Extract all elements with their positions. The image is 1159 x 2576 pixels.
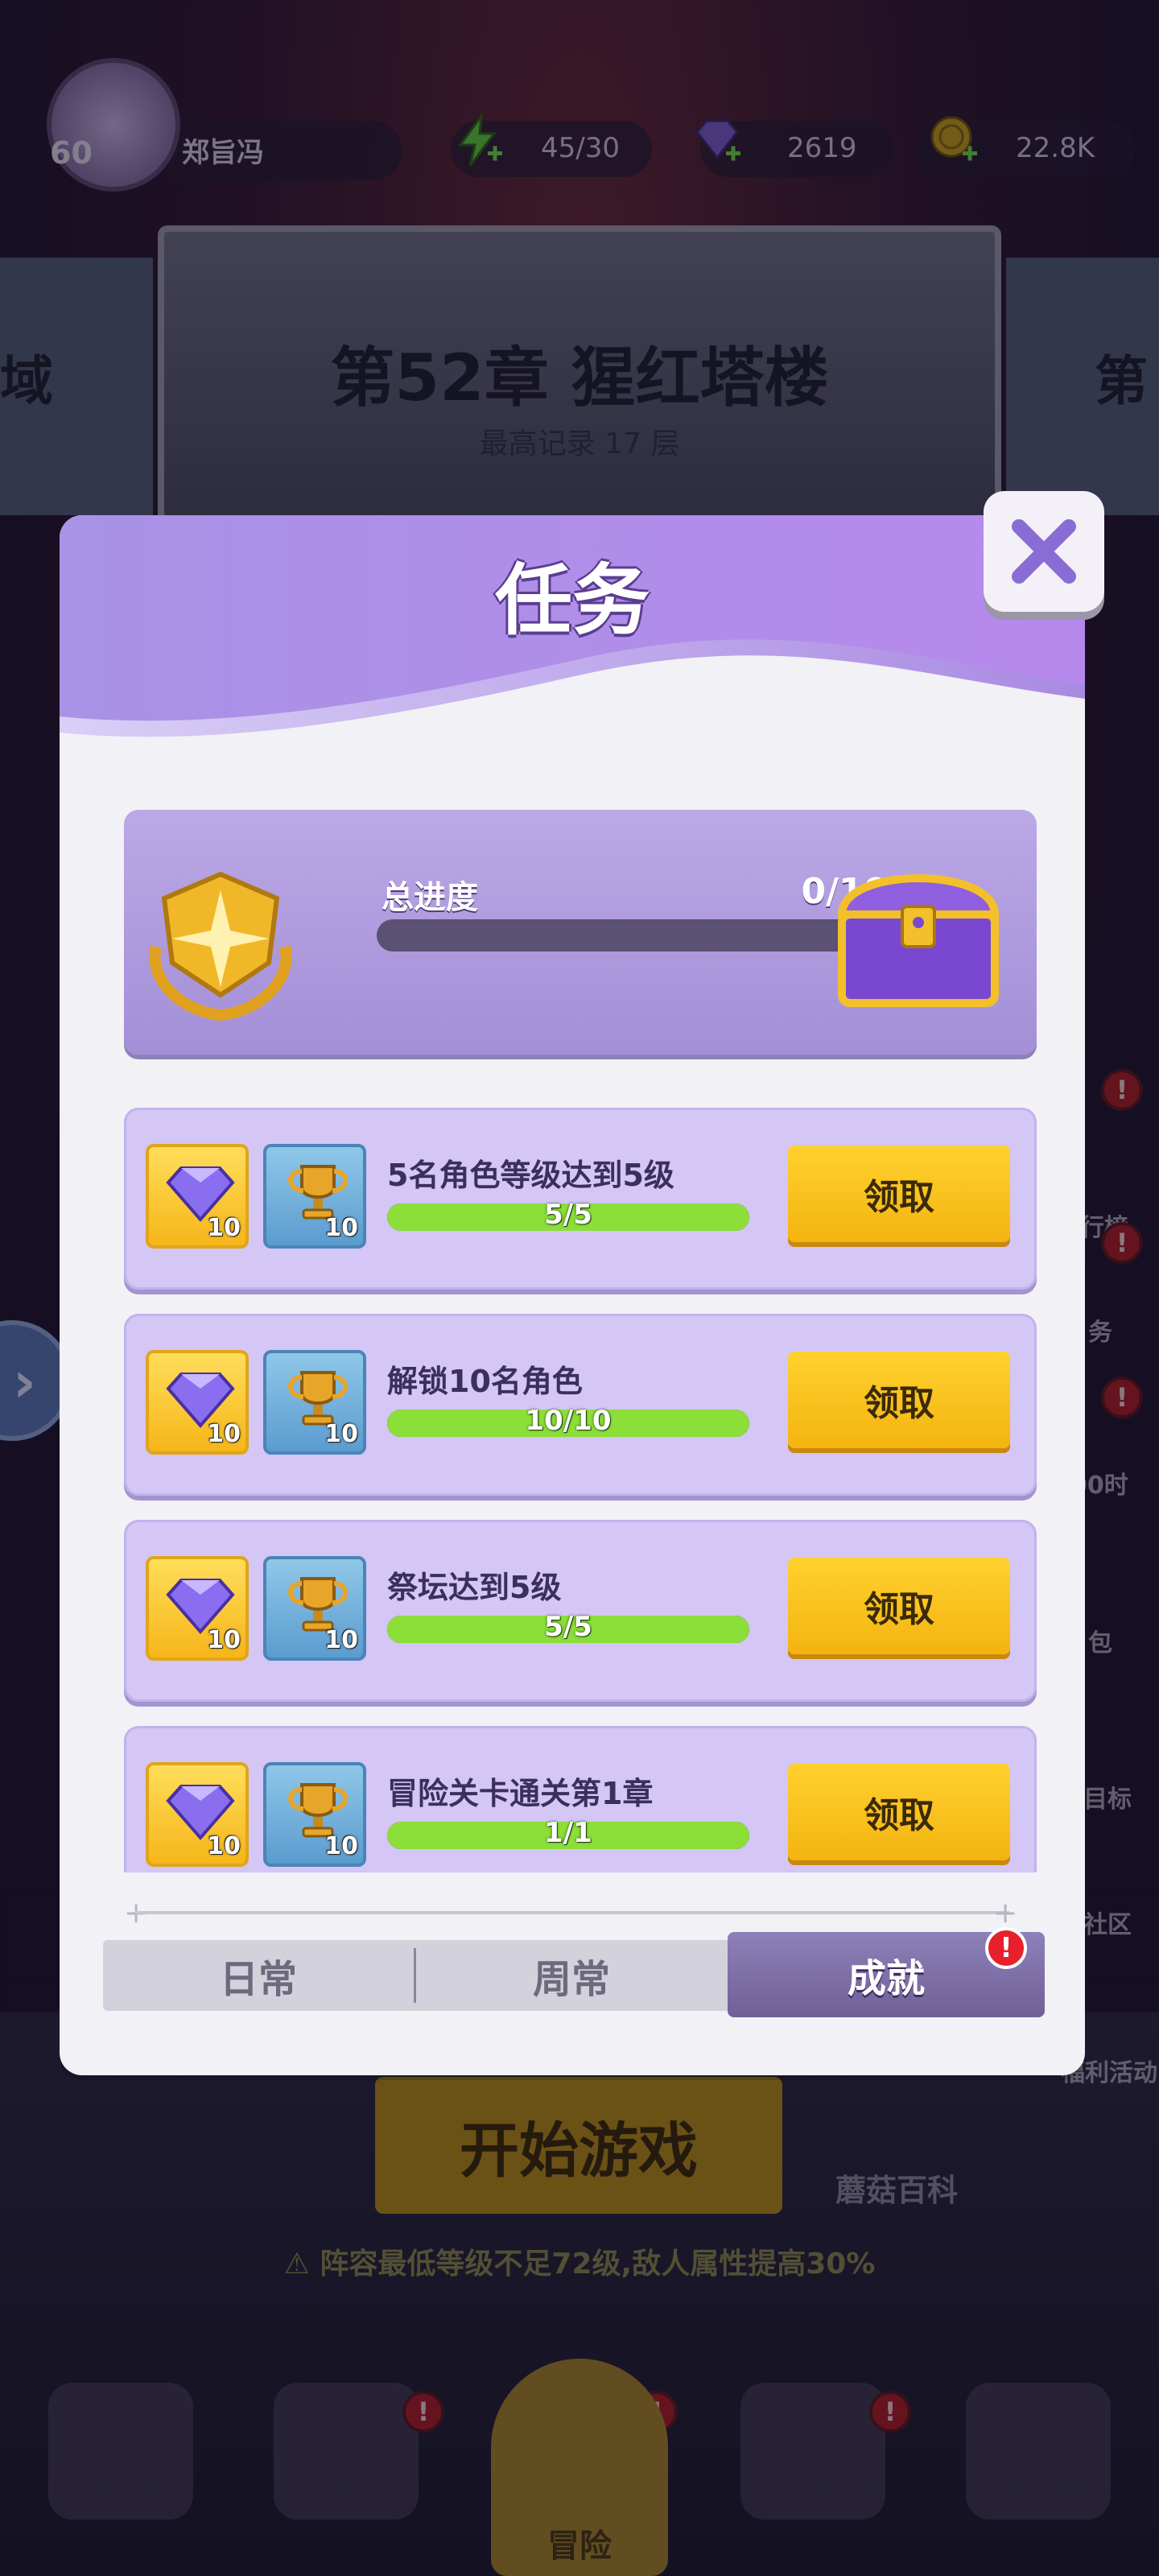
claim-button[interactable]: 领取 — [788, 1558, 1010, 1654]
modal-title: 任务 — [495, 555, 650, 646]
reward-trophy-count: 10 — [324, 1832, 358, 1860]
medal-icon — [149, 871, 292, 1022]
task-progress-text: 5/5 — [544, 1611, 592, 1643]
claim-button[interactable]: 领取 — [788, 1146, 1010, 1242]
reward-gem-count: 10 — [207, 1214, 241, 1242]
task-progress-text: 1/1 — [544, 1817, 592, 1849]
task-card: 10 10 5名角色等级达到5级 5/5 领取 — [124, 1108, 1037, 1290]
reward-gem-count: 10 — [207, 1420, 241, 1448]
reward-trophy: 10 — [263, 1144, 366, 1249]
task-card: 10 10 祭坛达到5级 5/5 领取 — [124, 1520, 1037, 1702]
reward-gem: 10 — [146, 1556, 249, 1661]
achievements-alert-badge: ! — [985, 1927, 1027, 1969]
claim-button[interactable]: 领取 — [788, 1352, 1010, 1448]
reward-gem: 10 — [146, 1350, 249, 1455]
tab-weekly[interactable]: 周常 — [416, 1940, 727, 2011]
reward-trophy-count: 10 — [324, 1214, 358, 1242]
task-card: 10 10 解锁10名角色 10/10 领取 — [124, 1314, 1037, 1496]
close-icon — [1012, 519, 1076, 584]
reward-gem: 10 — [146, 1762, 249, 1867]
task-card: 10 10 冒险关卡通关第1章 1/1 领取 — [124, 1726, 1037, 1872]
task-progress-text: 5/5 — [544, 1199, 592, 1231]
divider-star-right-icon: + — [993, 1897, 1018, 1930]
overall-progress-label: 总进度 — [382, 879, 478, 916]
treasure-chest-icon[interactable] — [826, 842, 1011, 1019]
claim-button[interactable]: 领取 — [788, 1764, 1010, 1860]
reward-gem-count: 10 — [207, 1832, 241, 1860]
tab-daily[interactable]: 日常 — [103, 1940, 414, 2011]
task-modal: 任务 总进度 0/100 10 10 5名角色等级达到5级 5/5 领取 10 10 解锁10… — [60, 515, 1085, 2075]
task-tabs: 日常 周常 成就 — [103, 1932, 1045, 2017]
reward-trophy-count: 10 — [324, 1420, 358, 1448]
tabs-divider — [135, 1911, 1009, 1914]
overall-progress-panel: 总进度 0/100 — [124, 810, 1037, 1055]
reward-gem: 10 — [146, 1144, 249, 1249]
task-title: 解锁10名角色 — [387, 1364, 583, 1399]
task-progress-text: 10/10 — [525, 1405, 612, 1437]
reward-trophy: 10 — [263, 1350, 366, 1455]
close-button[interactable] — [984, 491, 1104, 612]
reward-trophy: 10 — [263, 1556, 366, 1661]
task-title: 祭坛达到5级 — [387, 1570, 562, 1605]
reward-gem-count: 10 — [207, 1626, 241, 1654]
task-list[interactable]: 10 10 5名角色等级达到5级 5/5 领取 10 10 解锁10名角色 10/10 领取 10 1… — [124, 1108, 1037, 1872]
task-title: 冒险关卡通关第1章 — [387, 1776, 654, 1811]
task-title: 5名角色等级达到5级 — [387, 1158, 674, 1193]
reward-trophy-count: 10 — [324, 1626, 358, 1654]
reward-trophy: 10 — [263, 1762, 366, 1867]
